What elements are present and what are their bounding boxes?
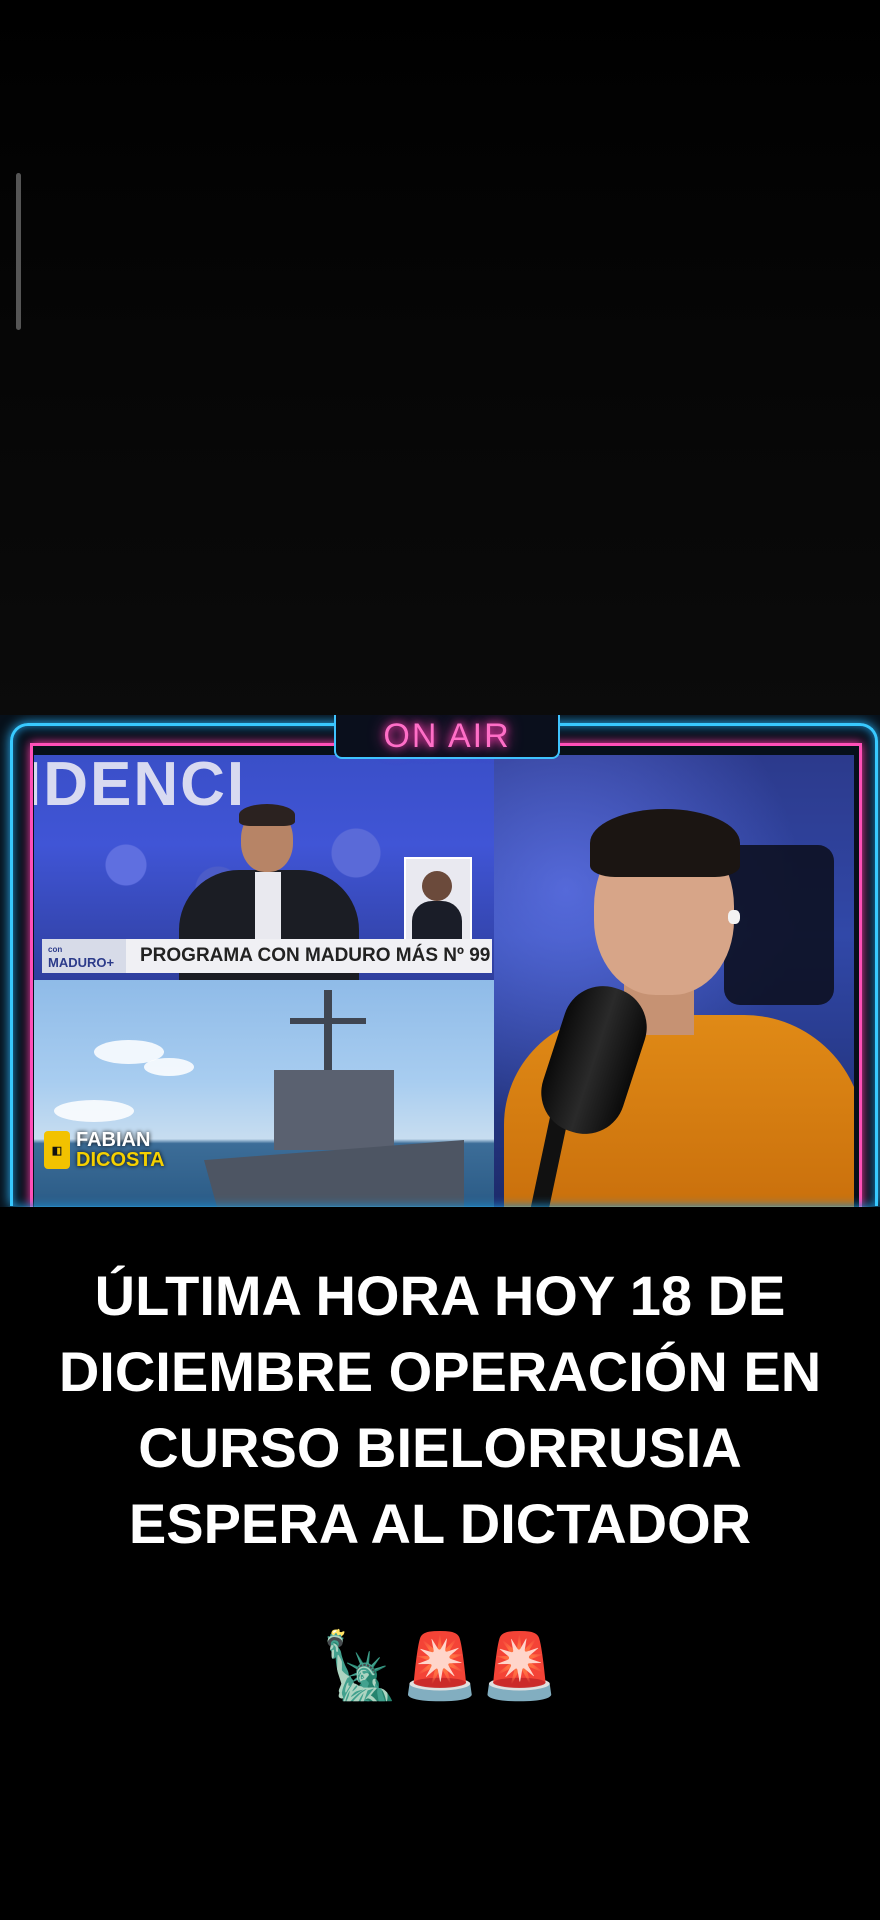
background-top <box>0 0 880 715</box>
video-frame[interactable]: IDENCI con MADURO+ PROGRAMA CON MADURO M… <box>0 715 880 1207</box>
on-air-sign: ON AIR <box>334 715 560 759</box>
video-progress-indicator[interactable] <box>16 173 21 330</box>
caption-emojis: 🗽🚨🚨 <box>320 1630 560 1702</box>
video-caption: ÚLTIMA HORA HOY 18 DE DICIEMBRE OPERACIÓ… <box>58 1264 822 1555</box>
neon-frame-blue <box>10 723 878 1206</box>
